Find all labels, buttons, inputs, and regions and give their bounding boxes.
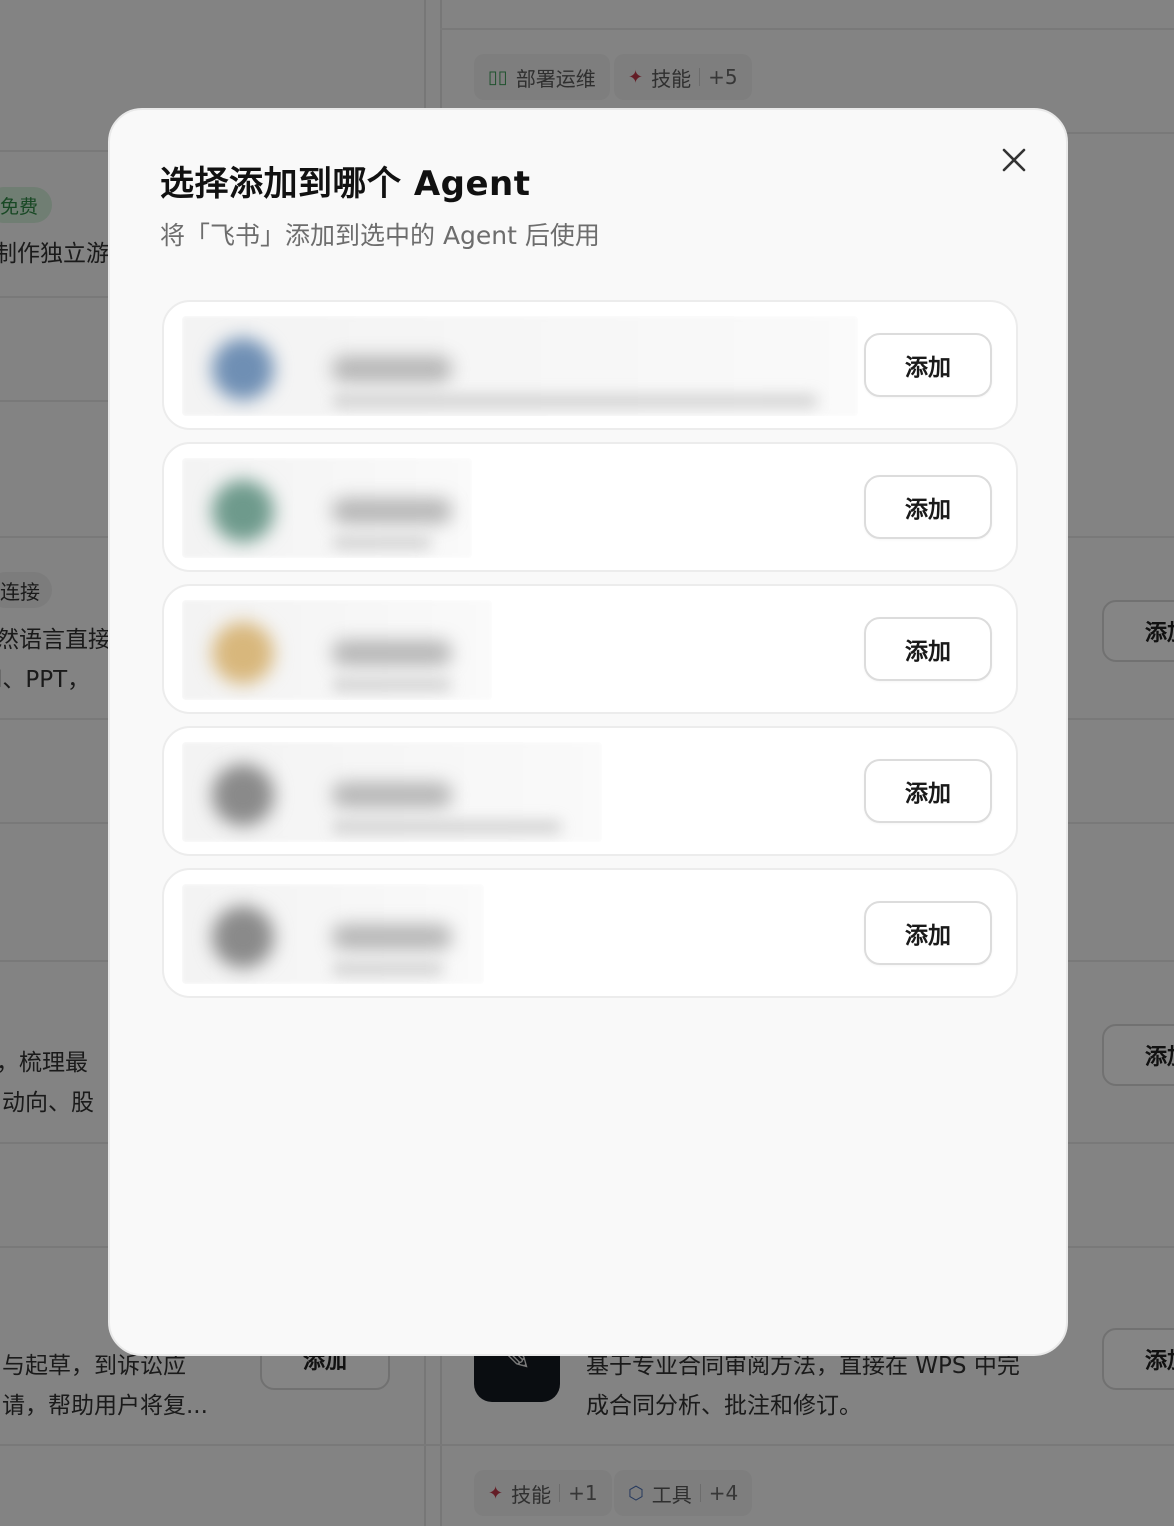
add-to-agent-button[interactable]: 添加 xyxy=(864,901,992,965)
agent-name-redacted xyxy=(332,498,452,524)
close-button[interactable] xyxy=(996,142,1032,178)
agent-description-redacted xyxy=(332,962,444,976)
agent-avatar xyxy=(212,622,274,684)
add-to-agent-button[interactable]: 添加 xyxy=(864,333,992,397)
agent-avatar xyxy=(212,480,274,542)
agent-avatar xyxy=(212,764,274,826)
agent-description-redacted xyxy=(332,678,452,692)
page: ▯▯ 部署运维 ✦ 技能 +5 免费 制作独立游 连接 然语言直接 l、PPT，… xyxy=(0,0,1174,1526)
close-icon xyxy=(1002,148,1026,172)
select-agent-dialog: 选择添加到哪个 Agent 将「飞书」添加到选中的 Agent 后使用 添加 添加… xyxy=(108,108,1068,1356)
add-to-agent-button[interactable]: 添加 xyxy=(864,759,992,823)
agent-description-redacted xyxy=(332,536,432,550)
agent-info-redacted xyxy=(182,458,472,558)
agent-avatar xyxy=(212,338,274,400)
agent-row[interactable]: 添加 xyxy=(162,300,1018,430)
agent-info-redacted xyxy=(182,742,602,842)
agent-info-redacted xyxy=(182,600,492,700)
agent-info-redacted xyxy=(182,884,484,984)
agent-name-redacted xyxy=(332,640,452,666)
agent-avatar xyxy=(212,906,274,968)
agent-row[interactable]: 添加 xyxy=(162,584,1018,714)
agent-description-redacted xyxy=(332,394,818,408)
agent-name-redacted xyxy=(332,782,452,808)
agent-list: 添加 添加 添加 添加 添加 xyxy=(162,300,1018,1010)
agent-description-redacted xyxy=(332,820,562,834)
add-to-agent-button[interactable]: 添加 xyxy=(864,617,992,681)
dialog-subtitle: 将「飞书」添加到选中的 Agent 后使用 xyxy=(160,221,600,250)
agent-info-redacted xyxy=(182,316,858,416)
add-to-agent-button[interactable]: 添加 xyxy=(864,475,992,539)
agent-row[interactable]: 添加 xyxy=(162,726,1018,856)
dialog-title: 选择添加到哪个 Agent xyxy=(160,164,531,204)
agent-row[interactable]: 添加 xyxy=(162,868,1018,998)
agent-name-redacted xyxy=(332,356,452,382)
agent-name-redacted xyxy=(332,924,452,950)
agent-row[interactable]: 添加 xyxy=(162,442,1018,572)
